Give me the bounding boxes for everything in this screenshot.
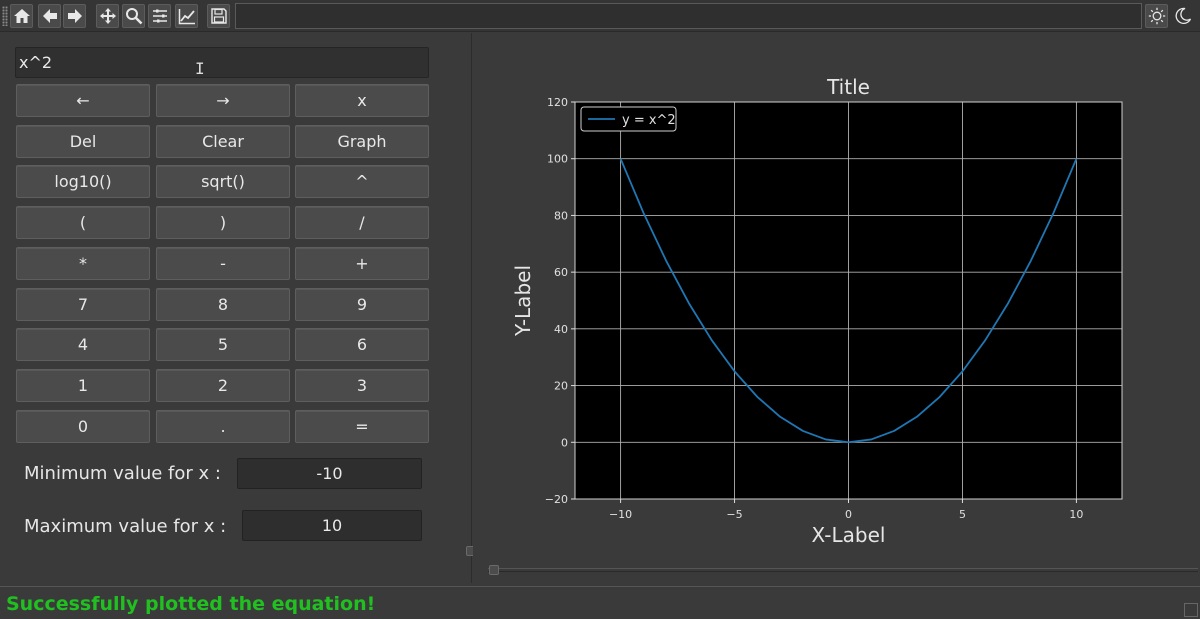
- y-tick-label: 0: [561, 436, 568, 449]
- y-axis-label: Y-Label: [511, 265, 535, 337]
- pan-button[interactable]: [96, 4, 119, 28]
- pan-icon: [99, 8, 116, 24]
- plot-canvas[interactable]: −10 −5 0 5 10 −20 0 20 40 60 80 100 120 Title X-Label Y…: [473, 33, 1200, 553]
- status-bar: Successfully plotted the equation!: [0, 586, 1200, 619]
- save-figure-button[interactable]: [207, 4, 230, 28]
- graph-button[interactable]: Graph: [295, 124, 429, 158]
- light-theme-button[interactable]: [1145, 4, 1168, 28]
- digit-5-button[interactable]: 5: [156, 328, 290, 362]
- chart-title: Title: [826, 75, 870, 99]
- digit-6-button[interactable]: 6: [295, 328, 429, 362]
- expression-input[interactable]: x^2: [15, 47, 429, 78]
- cursor-right-button[interactable]: →: [156, 84, 290, 117]
- home-icon: [13, 9, 30, 23]
- dark-theme-icon: [1175, 7, 1191, 25]
- window-resize-grip[interactable]: [1184, 603, 1198, 617]
- plus-button[interactable]: +: [295, 246, 429, 280]
- clear-button[interactable]: Clear: [156, 124, 290, 158]
- y-tick-label: 120: [547, 96, 568, 109]
- max-x-label: Maximum value for x :: [24, 516, 227, 537]
- equals-button[interactable]: =: [295, 409, 429, 443]
- calculator-panel: x^2 I ← → x Del Clear Graph log10() sqrt() ^ () / *…: [0, 33, 476, 583]
- edit-axes-button[interactable]: [175, 4, 198, 28]
- x-axis-label: X-Label: [812, 523, 886, 547]
- subplots-button[interactable]: [148, 4, 171, 28]
- x-tick-label: −10: [609, 508, 632, 521]
- legend-label: y = x^2: [622, 113, 676, 128]
- digit-1-button[interactable]: 1: [16, 368, 150, 402]
- x-tick-label: 5: [959, 508, 966, 521]
- back-button[interactable]: [38, 4, 61, 28]
- y-tick-label: 100: [547, 153, 568, 166]
- digit-0-button[interactable]: 0: [16, 409, 150, 443]
- edit-axes-icon: [178, 9, 195, 25]
- toolbar-grip-handle[interactable]: [2, 6, 8, 26]
- open-paren-button[interactable]: (: [16, 206, 150, 240]
- min-x-label: Minimum value for x :: [24, 463, 221, 484]
- delete-button[interactable]: Del: [16, 124, 150, 158]
- toolbar-coordinate-field: [235, 3, 1142, 29]
- light-theme-icon: [1148, 7, 1165, 25]
- x-tick-label: −5: [726, 508, 742, 521]
- y-tick-label: −20: [545, 493, 568, 506]
- home-button[interactable]: [10, 4, 33, 28]
- forward-button[interactable]: [63, 4, 86, 28]
- back-arrow-icon: [42, 9, 57, 23]
- decimal-point-button[interactable]: .: [156, 409, 290, 443]
- x-tick-label: 10: [1069, 508, 1083, 521]
- divide-button[interactable]: /: [295, 206, 429, 240]
- cursor-left-button[interactable]: ←: [16, 84, 150, 117]
- subplots-icon: [152, 9, 167, 23]
- digit-4-button[interactable]: 4: [16, 328, 150, 362]
- text-cursor-icon: I: [195, 59, 205, 78]
- zoom-button[interactable]: [122, 4, 145, 28]
- plot-panel: −10 −5 0 5 10 −20 0 20 40 60 80 100 120 Title X-Label Y…: [473, 33, 1200, 583]
- y-tick-label: 20: [554, 380, 568, 393]
- multiply-button[interactable]: *: [16, 246, 150, 280]
- power-button[interactable]: ^: [295, 165, 429, 199]
- zoom-icon: [125, 8, 142, 25]
- digit-2-button[interactable]: 2: [156, 368, 290, 402]
- minus-button[interactable]: -: [156, 246, 290, 280]
- y-tick-label: 40: [554, 323, 568, 336]
- horizontal-scroll-handle[interactable]: [489, 565, 499, 575]
- min-x-input[interactable]: -10: [237, 458, 422, 489]
- variable-x-button[interactable]: x: [295, 84, 429, 117]
- dark-theme-button[interactable]: [1171, 4, 1194, 28]
- horizontal-scrollbar[interactable]: [488, 568, 1198, 572]
- sqrt-button[interactable]: sqrt(): [156, 165, 290, 199]
- close-paren-button[interactable]: ): [156, 206, 290, 240]
- digit-7-button[interactable]: 7: [16, 287, 150, 321]
- y-tick-label: 80: [554, 209, 568, 222]
- digit-8-button[interactable]: 8: [156, 287, 290, 321]
- save-icon: [210, 8, 227, 24]
- max-x-input[interactable]: 10: [242, 510, 422, 541]
- digit-3-button[interactable]: 3: [295, 368, 429, 402]
- digit-9-button[interactable]: 9: [295, 287, 429, 321]
- forward-arrow-icon: [67, 9, 82, 23]
- log10-button[interactable]: log10(): [16, 165, 150, 199]
- y-tick-label: 60: [554, 266, 568, 279]
- status-message: Successfully plotted the equation!: [6, 593, 376, 615]
- navigation-toolbar: [0, 0, 1200, 32]
- x-tick-label: 0: [845, 508, 852, 521]
